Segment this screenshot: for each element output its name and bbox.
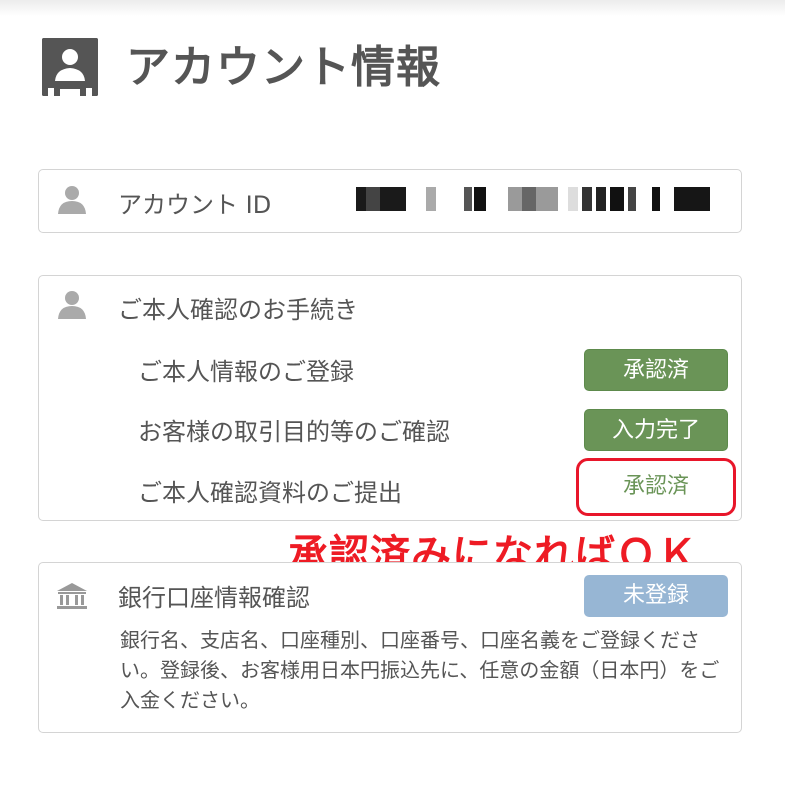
status-badge: 入力完了 <box>584 409 728 451</box>
top-shadow <box>0 0 785 16</box>
identity-item-label: ご本人情報のご登録 <box>138 358 354 386</box>
bank-description: 銀行名、支店名、口座種別、口座番号、口座名義をご登録ください。登録後、お客様用日… <box>120 628 720 712</box>
bank-status-badge: 未登録 <box>584 575 728 617</box>
page-title: アカウント情報 <box>126 42 441 93</box>
bank-heading: 銀行口座情報確認 <box>118 584 310 612</box>
identity-heading: ご本人確認のお手続き <box>118 296 358 324</box>
account-id-value-masked <box>356 187 710 211</box>
account-id-label: アカウント ID <box>118 191 272 219</box>
account-icon <box>42 38 98 96</box>
user-icon <box>58 186 86 214</box>
identity-item-label: ご本人確認資料のご提出 <box>138 479 402 507</box>
bank-icon <box>57 583 87 609</box>
user-icon <box>58 291 86 319</box>
status-badge-highlighted: 承認済 <box>576 458 736 516</box>
identity-item-label: お客様の取引目的等のご確認 <box>138 418 450 446</box>
status-badge: 承認済 <box>584 349 728 391</box>
